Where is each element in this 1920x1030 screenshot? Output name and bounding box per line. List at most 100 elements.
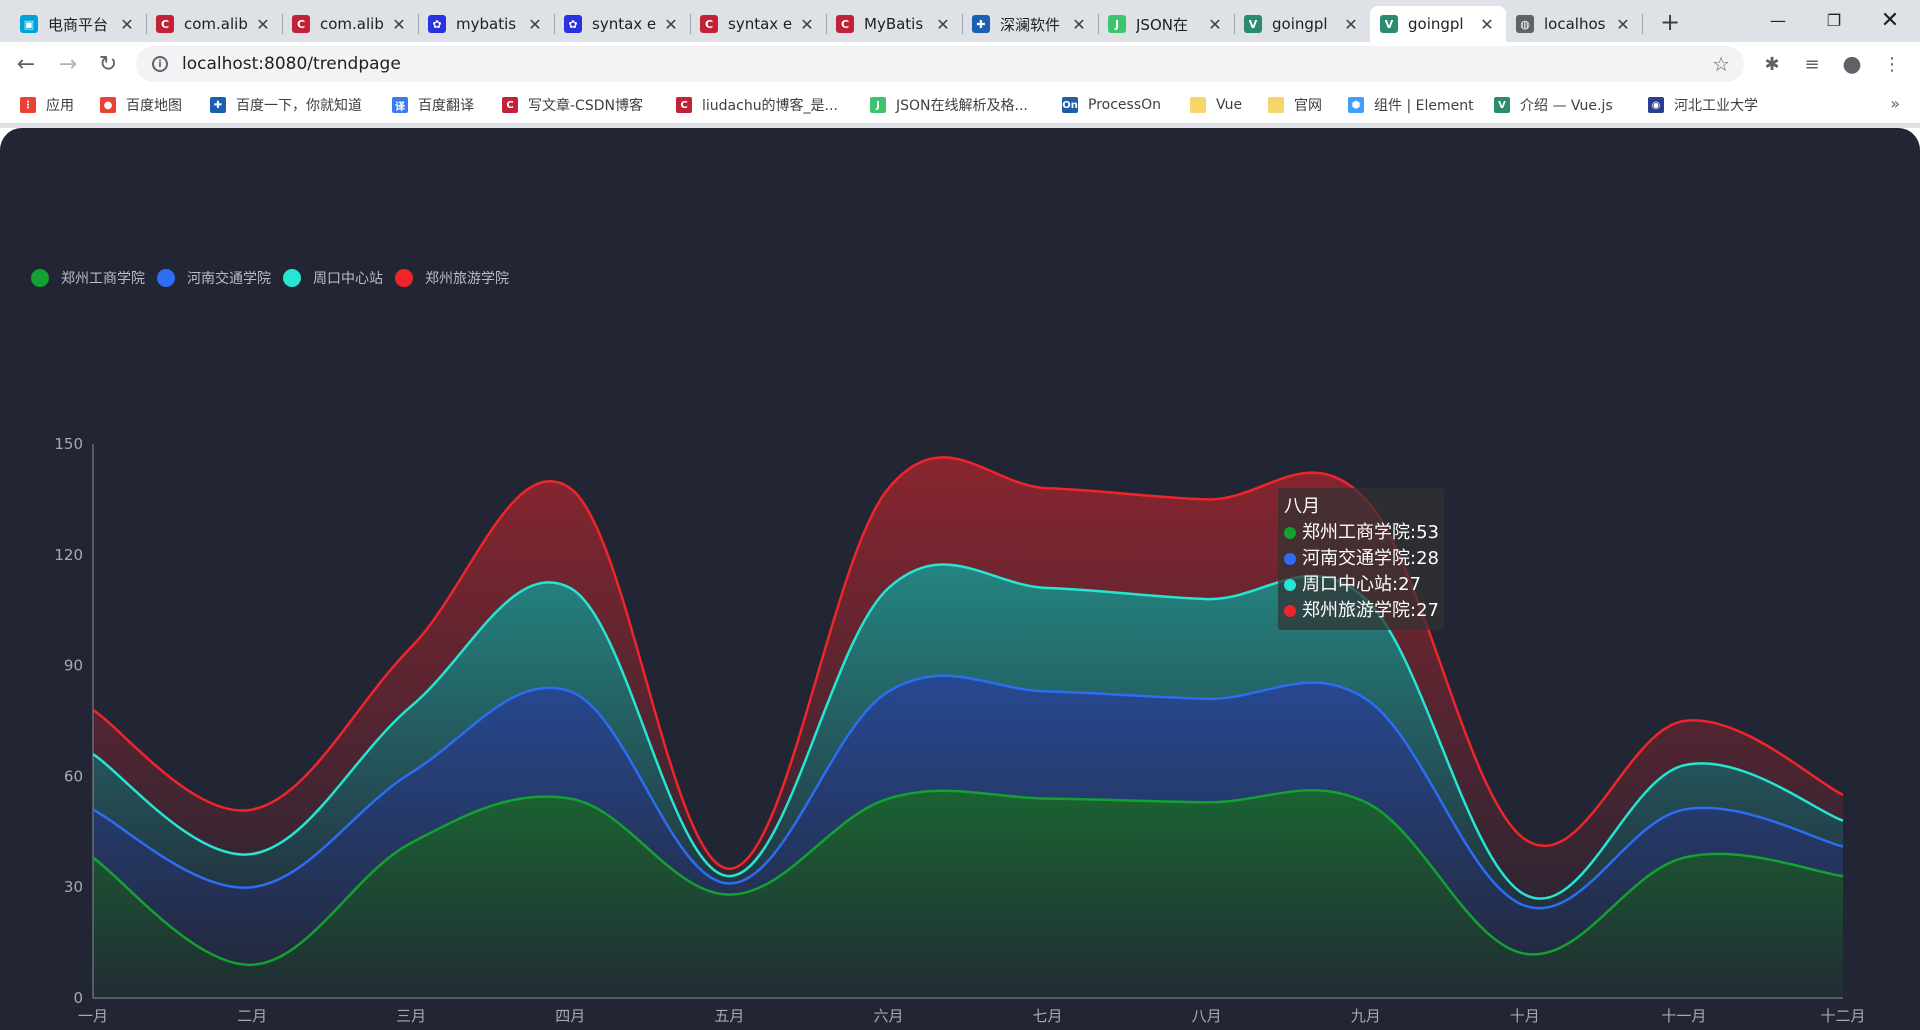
bookmarks-overflow-icon[interactable]: » [1890,94,1900,113]
bookmark-label: 介绍 — Vue.js [1520,98,1613,114]
tab-title: syntax e [592,15,657,33]
json-icon: J [1108,15,1126,33]
tab-close-icon[interactable]: ✕ [254,15,272,34]
y-tick-label: 90 [64,657,83,675]
menu-kebab-icon[interactable]: ⋮ [1879,51,1905,77]
tooltip-row: 郑州旅游学院: 27 [1284,598,1439,624]
chart-tooltip: 八月 郑州工商学院: 53 河南交通学院: 28 周口中心站: 27 郑州旅游学院: … [1278,488,1444,630]
vue-icon: V [1494,97,1510,113]
tab-close-icon[interactable]: ✕ [1070,15,1088,34]
x-tick-label: 四月 [555,1007,585,1025]
tooltip-value: 27 [1398,574,1421,595]
back-arrow-icon[interactable]: ← [10,48,42,80]
tooltip-series-name: 郑州工商学院 [1302,522,1410,543]
tab-strip: ▣ 电商平台 ✕ Ccom.alib ✕ Ccom.alib ✕ ✿ mybatis ✕ ✿ synt… [0,0,1920,42]
bookmark-item[interactable]: On ProcessOn [1062,95,1161,115]
browser-tab[interactable]: Vgoingpl ✕ [1370,6,1506,42]
bookmark-item[interactable]: ✚ 百度一下，你就知道 [210,95,362,115]
trend-panel: 郑州工商学院 河南交通学院 周口中心站 郑州旅游学院 0 30 60 90 120 150 一月 二… [0,128,1920,1030]
tooltip-series-name: 郑州旅游学院 [1302,600,1410,621]
forward-arrow-icon[interactable]: → [52,48,84,80]
tab-close-icon[interactable]: ✕ [798,15,816,34]
tab-title: 深澜软件 [1000,15,1061,34]
address-bar[interactable]: i localhost:8080/trendpage ☆ [136,46,1744,82]
bookmark-label: 应用 [46,98,74,114]
shenlan-icon: ✚ [972,15,990,33]
x-tick-label: 八月 [1192,1007,1222,1025]
bookmark-item[interactable]: ◉ 河北工业大学 [1648,95,1758,115]
tooltip-dot-icon [1284,553,1296,565]
bookmark-item[interactable]: V 介绍 — Vue.js [1494,95,1613,115]
browser-tab[interactable]: ▣ 电商平台 ✕ [10,6,147,42]
browser-tab[interactable]: ◍ localhos ✕ [1506,6,1643,42]
bookmark-item[interactable]: Vue [1190,95,1242,115]
tab-close-icon[interactable]: ✕ [1206,15,1224,34]
folder-icon [1190,97,1206,113]
globe-icon: ◍ [1516,15,1534,33]
tooltip-dot-icon [1284,579,1296,591]
bilibili-icon: ▣ [20,15,38,33]
tab-title: com.alib [320,15,384,33]
browser-tab[interactable]: Ccom.alib ✕ [282,6,419,42]
tab-close-icon[interactable]: ✕ [1342,15,1360,34]
x-tick-label: 三月 [396,1007,426,1025]
tab-title: localhos [1544,15,1606,33]
browser-tab[interactable]: ✿ syntax e ✕ [554,6,691,42]
bookmark-item[interactable]: ● 百度地图 [100,95,182,115]
baidu-icon: ✿ [564,15,582,33]
bookmark-item[interactable]: ⋮ 应用 [20,95,74,115]
apps-grid-icon: ⋮ [20,97,36,113]
window-close-icon[interactable]: ✕ [1862,0,1918,40]
browser-tab[interactable]: J JSON在 ✕ [1098,6,1235,42]
bookmark-item[interactable]: Cliudachu的博客_是... [676,95,838,115]
bookmark-label: JSON在线解析及格... [896,98,1028,114]
y-tick-label: 0 [73,989,83,1007]
bookmark-item[interactable]: 译百度翻译 [392,95,474,115]
new-tab-button[interactable]: + [1654,6,1686,38]
browser-tab[interactable]: C MyBatis ✕ [826,6,963,42]
reload-icon[interactable]: ↻ [92,48,124,80]
bookmark-item[interactable]: J JSON在线解析及格... [870,95,1028,115]
bookmark-item[interactable]: ⬢ 组件 | Element [1348,95,1474,115]
tab-close-icon[interactable]: ✕ [662,15,680,34]
tooltip-row: 郑州工商学院: 53 [1284,520,1439,546]
bookmark-star-icon[interactable]: ☆ [1712,52,1730,76]
bookmark-item[interactable]: 官网 [1268,95,1322,115]
tab-title: goingpl [1408,15,1464,33]
media-queue-icon[interactable]: ≡ [1799,51,1825,77]
vue-icon: V [1244,15,1262,33]
translate-icon: 译 [392,97,408,113]
tab-close-icon[interactable]: ✕ [934,15,952,34]
site-info-icon[interactable]: i [152,56,168,72]
tab-close-icon[interactable]: ✕ [1614,15,1632,34]
tab-title: syntax e [728,15,793,33]
browser-tab[interactable]: ✚ 深澜软件 ✕ [962,6,1099,42]
csdn-icon: C [700,15,718,33]
csdn-icon: C [156,15,174,33]
page-viewport: 郑州工商学院 河南交通学院 周口中心站 郑州旅游学院 0 30 60 90 120 150 一月 二… [0,128,1920,1030]
tooltip-rows: 郑州工商学院: 53 河南交通学院: 28 周口中心站: 27 郑州旅游学院: 27 [1284,520,1439,624]
browser-tab[interactable]: Csyntax e ✕ [690,6,827,42]
browser-tab[interactable]: Ccom.alib ✕ [146,6,283,42]
element-icon: ⬢ [1348,97,1364,113]
extensions-puzzle-icon[interactable]: ✱ [1759,51,1785,77]
csdn-icon: C [502,97,518,113]
x-tick-label: 十月 [1510,1007,1540,1025]
shenlan-icon: ✚ [210,97,226,113]
browser-tab[interactable]: Vgoingpl ✕ [1234,6,1371,42]
minimize-icon[interactable]: — [1750,0,1806,40]
y-tick-label: 150 [54,435,83,453]
tab-close-icon[interactable]: ✕ [118,15,136,34]
tab-close-icon[interactable]: ✕ [526,15,544,34]
bookmark-label: 百度地图 [126,98,182,114]
bookmark-item[interactable]: C 写文章-CSDN博客 [502,95,643,115]
tab-close-icon[interactable]: ✕ [1478,15,1496,34]
profile-avatar-icon[interactable]: ● [1839,51,1865,77]
browser-tab[interactable]: ✿ mybatis ✕ [418,6,555,42]
tab-close-icon[interactable]: ✕ [390,15,408,34]
y-tick-label: 120 [54,546,83,564]
browser-toolbar: ← → ↻ i localhost:8080/trendpage ☆ ✱ ≡ ●… [0,42,1920,86]
restore-icon[interactable]: ❐ [1806,0,1862,40]
trend-chart: 0306090120150一月 二月 三月 四月 五月 六月 七月 八月 九月 十月 十一月 十二月 [54,435,1865,1025]
bookmark-label: 写文章-CSDN博客 [528,98,643,114]
